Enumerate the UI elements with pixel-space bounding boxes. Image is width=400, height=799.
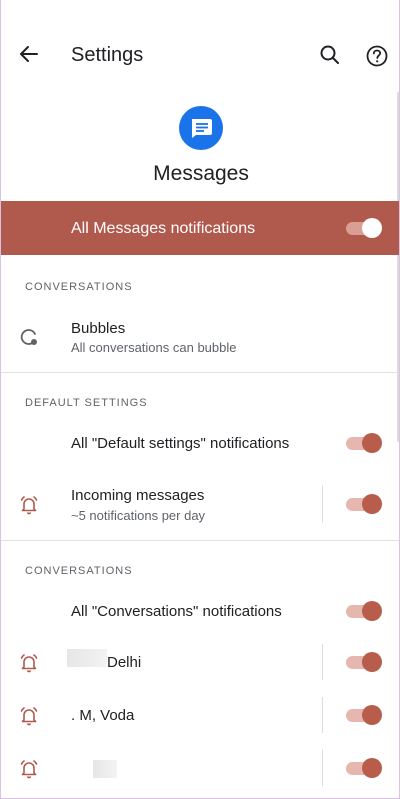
bubbles-title[interactable]: Bubbles	[71, 320, 125, 337]
section-header-default-settings: DEFAULT SETTINGS	[25, 397, 148, 409]
row-separator	[322, 697, 323, 733]
incoming-messages-title[interactable]: Incoming messages	[71, 487, 204, 504]
row-separator	[322, 750, 323, 786]
incoming-messages-toggle[interactable]	[346, 494, 382, 514]
default-settings-toggle[interactable]	[346, 433, 382, 453]
redacted-name	[67, 649, 107, 667]
redacted-name	[93, 760, 117, 778]
section-divider	[1, 540, 399, 541]
all-conversations-label[interactable]: All "Conversations" notifications	[71, 603, 282, 620]
help-icon[interactable]	[363, 42, 391, 70]
bell-alert-icon	[18, 705, 40, 727]
incoming-messages-subtitle: ~5 notifications per day	[71, 508, 206, 523]
bell-alert-icon	[18, 758, 40, 780]
all-default-settings-label[interactable]: All "Default settings" notifications	[71, 435, 289, 452]
conversations-toggle[interactable]	[346, 601, 382, 621]
bell-alert-icon	[18, 652, 40, 674]
row-separator	[322, 644, 323, 680]
app-name: Messages	[153, 162, 249, 185]
page-title: Settings	[71, 44, 144, 66]
master-toggle-label: All Messages notifications	[71, 220, 256, 237]
master-notifications-toggle[interactable]	[346, 218, 382, 238]
section-divider	[1, 372, 399, 373]
top-app-bar: Settings	[1, 0, 399, 110]
section-header-conversations-list: CONVERSATIONS	[25, 565, 133, 577]
all-messages-notifications-row[interactable]: All Messages notifications	[1, 201, 399, 255]
bell-alert-icon	[18, 494, 40, 516]
bubbles-subtitle: All conversations can bubble	[71, 340, 237, 355]
messages-app-icon	[179, 106, 223, 150]
back-arrow-icon[interactable]	[15, 40, 43, 68]
settings-screen: Settings Messages All Messages notificat…	[0, 0, 400, 799]
section-header-conversations: CONVERSATIONS	[25, 281, 133, 293]
row-separator	[322, 486, 323, 522]
bubble-icon	[18, 326, 40, 348]
conversation-toggle[interactable]	[346, 705, 382, 725]
conversation-toggle[interactable]	[346, 758, 382, 778]
search-icon[interactable]	[317, 42, 343, 68]
conversation-toggle[interactable]	[346, 652, 382, 672]
conversation-title[interactable]: . M, Voda	[71, 707, 134, 724]
conversation-title[interactable]: Delhi	[107, 654, 141, 671]
